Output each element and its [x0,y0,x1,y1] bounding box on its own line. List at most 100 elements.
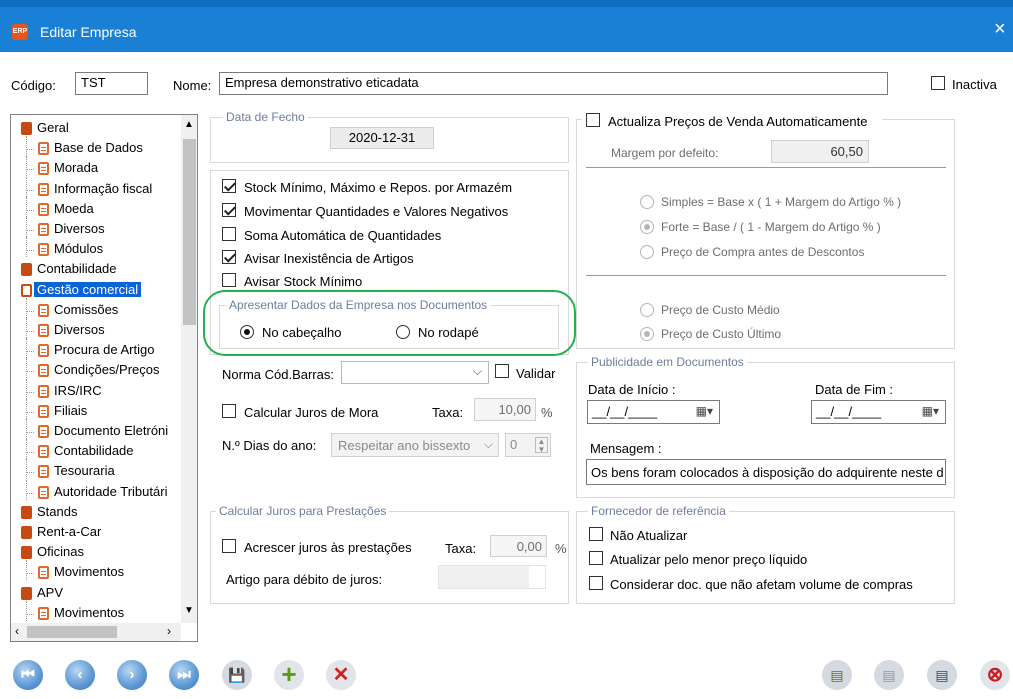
data-fim-input[interactable]: __/__/____ ▦▾ [811,400,946,424]
tree-hscroll-thumb[interactable] [27,626,117,638]
window-title: Editar Empresa [40,24,137,40]
stock-option-checkbox[interactable] [222,203,236,217]
stock-option-label: Stock Mínimo, Máximo e Repos. por Armazé… [244,180,513,195]
tree-item[interactable]: Movimentos [54,605,124,620]
tree-item[interactable]: Contabilidade [54,443,134,458]
menor-preco-checkbox[interactable] [589,551,603,565]
inactiva-checkbox[interactable] [931,76,945,90]
tree-item[interactable]: Filiais [54,403,87,418]
exit-button[interactable]: ⊗ [980,660,1010,690]
scroll-right-icon[interactable]: › [167,624,171,638]
scroll-down-icon[interactable]: ▼ [184,605,194,616]
nome-input[interactable]: Empresa demonstrativo eticadata [219,72,888,95]
first-record-button[interactable]: ⏮ [13,660,43,690]
tree-item[interactable]: Diversos [54,221,105,236]
mensagem-label: Mensagem : [590,441,662,456]
tree-connector [26,452,34,454]
margem-input[interactable]: 60,50 [771,140,869,163]
norma-barras-select[interactable]: ⌵ [341,361,489,384]
scroll-up-icon[interactable]: ▲ [184,119,194,130]
tree-vscroll-thumb[interactable] [183,139,196,325]
stock-option-checkbox[interactable] [222,179,236,193]
stock-option-checkbox[interactable] [222,273,236,287]
tree-item-icon [38,364,49,378]
tree-item[interactable]: Diversos [54,322,105,337]
tree-item[interactable]: Autoridade Tributári [54,484,167,499]
tree-item-icon [38,182,49,196]
juros-mora-checkbox[interactable] [222,404,236,418]
radio-custo-medio[interactable] [640,303,654,317]
tree-item[interactable]: Procura de Artigo [54,342,154,357]
stock-option-label: Avisar Inexistência de Artigos [244,251,414,266]
dias-ano-select[interactable]: Respeitar ano bissexto ⌵ [331,433,499,457]
tree-item[interactable]: Geral [37,120,69,135]
tree-vscrollbar[interactable]: ▲ ▼ [181,115,197,623]
scroll-left-icon[interactable]: ‹ [15,624,19,638]
print-button[interactable]: ▤ [927,660,957,690]
codigo-input[interactable]: TST [75,72,148,95]
tree-item-icon [21,526,32,539]
stock-option-checkbox[interactable] [222,250,236,264]
tree-item[interactable]: Base de Dados [54,140,143,155]
acrescer-juros-label: Acrescer juros às prestações [244,540,412,555]
settings-tree[interactable]: ▲ ▼ ‹ › Geral Base de Dados Morada Informaç… [10,114,198,642]
mensagem-input[interactable]: Os bens foram colocados à disposição do … [586,459,946,485]
save-button[interactable]: 💾 [222,660,252,690]
tree-item[interactable]: Módulos [54,241,103,256]
tree-item[interactable]: Contabilidade [37,261,117,276]
export-button[interactable]: ▤ [874,660,904,690]
prestacoes-taxa-input[interactable]: 0,00 [490,535,547,557]
tree-item[interactable]: Gestão comercial [34,281,142,297]
tree-item[interactable]: Informação fiscal [54,181,152,196]
tree-item[interactable]: Oficinas [37,544,84,559]
stepper-arrows-icon[interactable]: ▲ ▼ [535,437,548,454]
juros-mora-taxa-input[interactable]: 10,00 [474,398,536,421]
nao-atualizar-checkbox[interactable] [589,527,603,541]
data-fecho-value[interactable]: 2020-12-31 [330,127,434,149]
tree-item[interactable]: Movimentos [54,564,124,579]
tree-connector [26,371,34,373]
delete-button[interactable]: ✕ [326,660,356,690]
tree-connector [26,338,27,359]
prestacoes-taxa-label: Taxa: [445,541,477,556]
tree-hscrollbar[interactable]: ‹ › [11,623,181,641]
tree-connector [26,169,34,171]
tree-item[interactable]: Stands [37,504,77,519]
previous-record-button[interactable]: ‹ [65,660,95,690]
tree-item[interactable]: Morada [54,160,98,175]
tree-item[interactable]: Rent-a-Car [37,524,101,539]
radio-simples[interactable] [640,195,654,209]
actualiza-precos-checkbox[interactable] [586,113,600,127]
calendar-dropdown-icon[interactable]: ▦▾ [696,404,713,418]
close-icon[interactable]: × [994,18,1006,41]
tree-item[interactable]: APV [37,585,63,600]
last-record-button[interactable]: ⏭ [169,660,199,690]
add-button[interactable]: + [274,660,304,690]
acrescer-juros-checkbox[interactable] [222,539,236,553]
tree-item[interactable]: Documento Eletróni [54,423,168,438]
tree-item[interactable]: Tesouraria [54,463,115,478]
considerar-doc-checkbox[interactable] [589,576,603,590]
tree-item[interactable]: Moeda [54,201,94,216]
next-record-button[interactable]: › [117,660,147,690]
radio-forte[interactable] [640,220,654,234]
calendar-dropdown-icon[interactable]: ▦▾ [922,404,939,418]
tree-connector [26,411,34,413]
validar-checkbox[interactable] [495,364,509,378]
juros-mora-label: Calcular Juros de Mora [244,405,379,420]
report-button[interactable]: ▤ [822,660,852,690]
tree-item[interactable]: Condições/Preços [54,362,160,377]
tree-connector [26,331,34,332]
precos-divider [586,167,946,168]
radio-preco-compra[interactable] [640,245,654,259]
tree-connector [26,419,27,439]
radio-custo-ultimo[interactable] [640,327,654,341]
tree-item[interactable]: Comissões [54,302,118,317]
dias-ano-stepper[interactable]: 0 ▲ ▼ [505,433,551,457]
data-inicio-input[interactable]: __/__/____ ▦▾ [587,400,720,424]
tree-item[interactable]: IRS/IRC [54,383,102,398]
radio-simples-label: Simples = Base x ( 1 + Margem do Artigo … [661,195,902,209]
stock-option-checkbox[interactable] [222,227,236,241]
artigo-debito-input[interactable] [438,565,546,589]
chevron-down-icon: ⌵ [472,364,482,378]
